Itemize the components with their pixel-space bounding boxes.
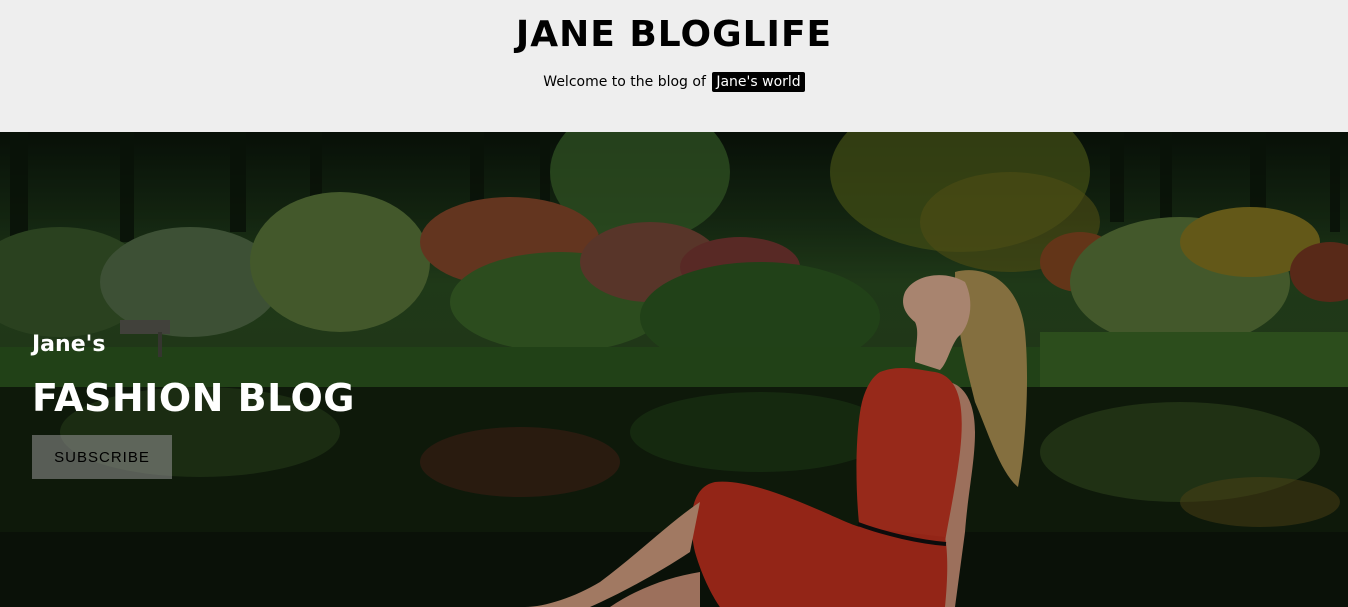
hero-kicker: Jane's <box>32 332 106 357</box>
site-header: JANE BLOGLIFE Welcome to the blog of Jan… <box>0 0 1348 132</box>
site-title: JANE BLOGLIFE <box>515 14 833 55</box>
hero-banner: Jane's FASHION BLOG SUBSCRIBE <box>0 132 1348 607</box>
tagline-highlight: Jane's world <box>712 72 805 92</box>
hero-overlay <box>0 132 1348 607</box>
hero-title: FASHION BLOG <box>32 376 355 420</box>
subscribe-button[interactable]: SUBSCRIBE <box>32 435 172 479</box>
tagline: Welcome to the blog of Jane's world <box>0 72 1348 92</box>
tagline-prefix: Welcome to the blog of <box>543 74 706 90</box>
